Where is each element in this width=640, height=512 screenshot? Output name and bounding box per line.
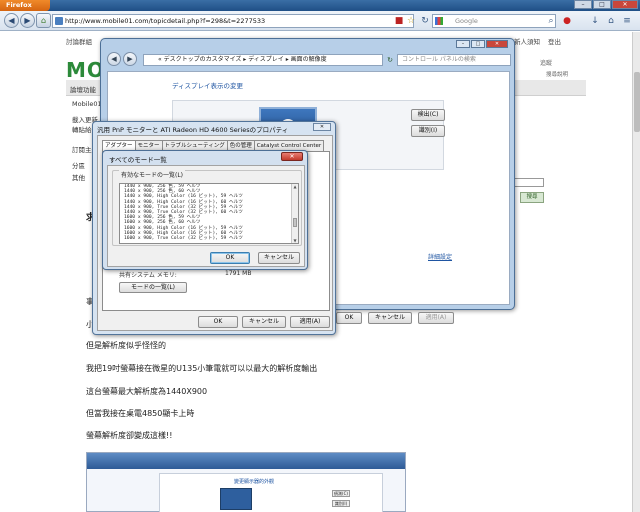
scrollbar-thumb[interactable]: [634, 72, 640, 132]
valid-modes-label: 有効なモードの一覧(L): [119, 170, 186, 179]
embedded-monitor-icon: [220, 488, 252, 510]
left-line: Mobile01: [72, 100, 102, 108]
menu-icon[interactable]: ≡: [620, 14, 634, 28]
site-nav-label[interactable]: 論壇功能: [70, 84, 96, 94]
prop-apply-button[interactable]: 適用(A): [290, 316, 330, 328]
embedded-identify-button: 識別(I): [332, 500, 350, 507]
search-placeholder: Google: [455, 17, 478, 25]
scroll-down-icon[interactable]: ▼: [292, 238, 298, 243]
cp-search-input[interactable]: コントロール パネルの検索: [397, 54, 511, 66]
all-modes-dialog: すべてのモード一覧 ✕ 有効なモードの一覧(L) 1440 x 900, 256…: [102, 150, 308, 270]
cp-refresh-icon[interactable]: ↻: [385, 54, 395, 66]
cp-navigation-bar: ◀ ▶ « デスクトップのカスタマイズ ▸ ディスプレイ ▸ 画面の解像度 ↻ …: [107, 52, 512, 68]
navigation-toolbar: ◀ ▶ ⌂ http://www.mobile01.com/topicdetai…: [0, 11, 640, 31]
cp-cancel-button[interactable]: キャンセル: [368, 312, 412, 324]
cp-close-button[interactable]: ✕: [486, 40, 508, 48]
detect-button[interactable]: 検出(C): [411, 109, 445, 121]
cp-apply-button[interactable]: 適用(A): [418, 312, 454, 324]
list-item[interactable]: 1600 x 900, True Color (32 ビット), 59 ヘルツ: [120, 236, 298, 241]
modes-scrollbar[interactable]: ▲ ▼: [291, 184, 298, 243]
post-paragraph: 螢幕解析度卻變成這樣!!: [86, 431, 173, 440]
cp-ok-button[interactable]: OK: [336, 312, 362, 324]
embedded-screenshot-image: 變更顯示器的外觀 偵測(C) 識別(I): [86, 452, 406, 512]
shared-memory-label: 共有システム メモリ:: [119, 272, 177, 279]
url-bar[interactable]: http://www.mobile01.com/topicdetail.php?…: [52, 14, 414, 28]
embedded-screenshot-content: 變更顯示器的外觀 偵測(C) 識別(I): [159, 473, 383, 512]
prop-dialog-title: 汎用 PnP モニターと ATI Radeon HD 4600 Seriesのプ…: [97, 126, 289, 134]
firefox-menu-button[interactable]: Firefox: [0, 0, 50, 11]
home-button[interactable]: ⌂: [604, 14, 618, 28]
addon-icon[interactable]: ●: [560, 14, 574, 28]
forward-button[interactable]: ▶: [20, 13, 35, 28]
modes-ok-button[interactable]: OK: [210, 252, 250, 264]
site-favicon-icon: [55, 17, 63, 25]
new-user-link[interactable]: 新人須知: [514, 36, 540, 46]
list-all-modes-button[interactable]: モードの一覧(L): [119, 282, 187, 293]
modes-scroll-thumb[interactable]: [293, 218, 297, 227]
prop-cancel-button[interactable]: キャンセル: [242, 316, 286, 328]
modes-dialog-title: すべてのモード一覧: [109, 156, 167, 164]
right-search-button[interactable]: 搜尋: [520, 192, 544, 203]
cp-heading: ディスプレイ表示の変更: [172, 82, 244, 90]
modes-dialog-body: 有効なモードの一覧(L) 1440 x 900, 256 色, 59 ヘルツ 1…: [107, 165, 305, 267]
follow-label: 追蹤: [540, 60, 553, 67]
back-button[interactable]: ◀: [4, 13, 19, 28]
maximize-button[interactable]: □: [593, 0, 611, 9]
embedded-detect-button: 偵測(C): [332, 490, 350, 497]
cp-breadcrumb[interactable]: « デスクトップのカスタマイズ ▸ ディスプレイ ▸ 画面の解像度: [143, 54, 383, 66]
site-topnav-link[interactable]: 討論群組: [66, 36, 92, 46]
page-scrollbar[interactable]: [632, 32, 640, 512]
post-paragraph: 我把19吋螢幕接在微星的U135小筆電就可以以最大的解析度輸出: [86, 364, 318, 373]
logout-link[interactable]: 登出: [548, 36, 561, 46]
home-site-icon[interactable]: ⌂: [36, 13, 51, 28]
downloads-icon[interactable]: ↓: [588, 14, 602, 28]
embedded-heading: 變更顯示器的外觀: [234, 479, 275, 485]
right-search-field[interactable]: [514, 178, 544, 187]
url-text: http://www.mobile01.com/topicdetail.php?…: [65, 17, 266, 25]
embedded-screenshot-titlebar: [87, 453, 405, 469]
minimize-button[interactable]: –: [574, 0, 592, 9]
cp-window-controls: – □ ✕: [456, 40, 508, 48]
search-magnifier-icon[interactable]: ⌕: [544, 14, 558, 28]
modes-listbox[interactable]: 1440 x 900, 256 色, 59 ヘルツ 1440 x 900, 25…: [119, 183, 299, 244]
bookmark-star-icon[interactable]: ☆: [404, 14, 418, 28]
reload-icon[interactable]: ↻: [418, 14, 432, 28]
cp-forward-button[interactable]: ▶: [123, 52, 137, 66]
post-paragraph: 但當我接在桌電4850顯卡上時: [86, 409, 195, 418]
modes-cancel-button[interactable]: キャンセル: [258, 252, 300, 264]
browser-titlebar: Firefox – □ ✕: [0, 0, 640, 11]
scroll-up-icon[interactable]: ▲: [292, 184, 298, 189]
shared-memory-value: 1791 MB: [225, 270, 252, 277]
google-icon: [435, 17, 443, 25]
identify-button[interactable]: 識別(I): [411, 125, 445, 137]
cp-maximize-button[interactable]: □: [471, 40, 485, 48]
prop-ok-button[interactable]: OK: [198, 316, 238, 328]
advanced-settings-link[interactable]: 詳細設定: [428, 252, 452, 261]
close-button[interactable]: ✕: [612, 0, 638, 9]
modes-close-button[interactable]: ✕: [281, 152, 303, 161]
search-help-link[interactable]: 搜尋說明: [546, 70, 568, 78]
post-paragraph: 這台螢幕最大解析度為1440X900: [86, 387, 208, 396]
prop-close-button[interactable]: ✕: [313, 123, 331, 131]
window-controls: – □ ✕: [574, 0, 638, 9]
valid-modes-group: 有効なモードの一覧(L) 1440 x 900, 256 色, 59 ヘルツ 1…: [112, 170, 302, 246]
search-input[interactable]: Google: [432, 14, 556, 28]
post-paragraph: 但是解析度似乎怪怪的: [86, 341, 166, 350]
cp-minimize-button[interactable]: –: [456, 40, 470, 48]
cp-back-button[interactable]: ◀: [107, 52, 121, 66]
